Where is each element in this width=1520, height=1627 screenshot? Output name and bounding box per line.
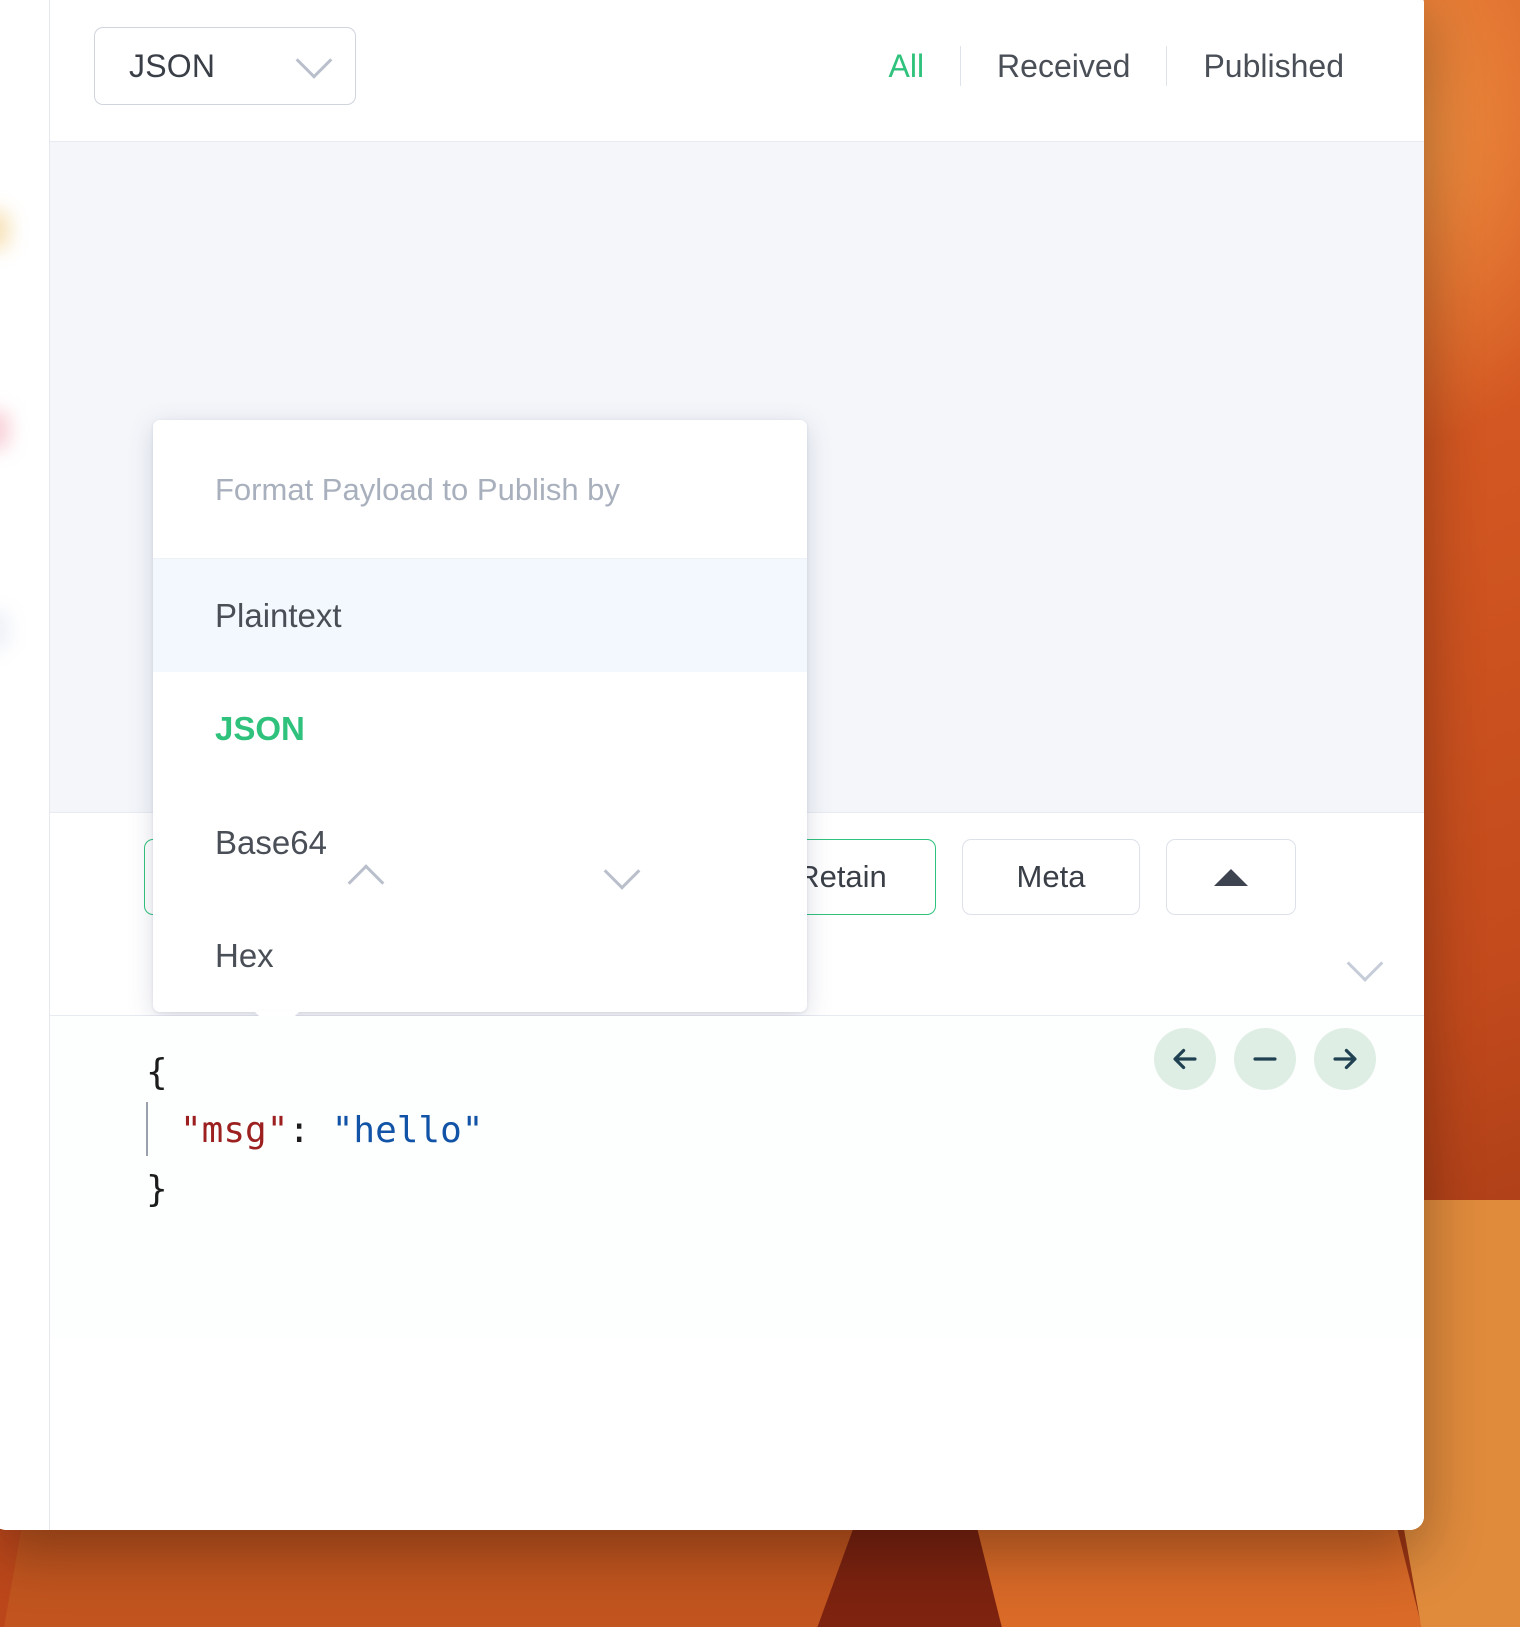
format-popup-title: Format Payload to Publish by: [153, 420, 807, 559]
format-payload-popup: Format Payload to Publish by Plaintext J…: [153, 420, 807, 1034]
chevron-down-icon: [295, 41, 333, 79]
composer-footer-space: [50, 1338, 1424, 1530]
code-indent-guide: [146, 1102, 148, 1157]
rail-ghost-icon-2: [0, 410, 10, 450]
payload-code-editor[interactable]: { "msg": "hello" }: [50, 1016, 1424, 1464]
arrow-left-icon[interactable]: [1154, 1028, 1216, 1090]
format-option-plaintext[interactable]: Plaintext: [153, 559, 807, 673]
code-close-brace: }: [146, 1168, 168, 1210]
message-filter-tabs: All Received Published: [852, 46, 1380, 86]
meta-button[interactable]: Meta: [962, 839, 1140, 915]
editor-nav-buttons: [1154, 1028, 1376, 1090]
message-list-area: Format Payload to Publish by Plaintext J…: [50, 142, 1424, 1034]
minus-icon[interactable]: [1234, 1028, 1296, 1090]
tab-published[interactable]: Published: [1167, 48, 1380, 85]
caret-up-icon: [1214, 868, 1248, 886]
rail-ghost-icon-1: [0, 210, 10, 250]
code-open-brace: {: [146, 1052, 168, 1093]
tab-received[interactable]: Received: [961, 48, 1166, 85]
format-option-base64[interactable]: Base64: [153, 786, 807, 899]
left-nav-rail: [0, 0, 50, 1530]
rail-ghost-icon-3: [0, 610, 10, 650]
payload-format-select[interactable]: JSON: [94, 27, 356, 105]
chevron-down-icon[interactable]: [1346, 945, 1384, 982]
format-option-json[interactable]: JSON: [153, 672, 807, 785]
tab-all[interactable]: All: [852, 48, 960, 85]
mqtt-client-window: JSON All Received Published Format Paylo…: [0, 0, 1424, 1530]
code-json-value: "hello": [331, 1110, 484, 1152]
main-column: JSON All Received Published Format Paylo…: [50, 0, 1424, 1530]
messages-header-bar: JSON All Received Published: [50, 0, 1424, 142]
meta-label: Meta: [1016, 859, 1086, 894]
collapse-composer-button[interactable]: [1166, 839, 1296, 915]
code-colon: :: [288, 1110, 332, 1152]
code-json-key: "msg": [180, 1110, 289, 1152]
payload-format-select-value: JSON: [129, 47, 216, 84]
format-option-hex[interactable]: Hex: [153, 899, 807, 1012]
arrow-right-icon[interactable]: [1314, 1028, 1376, 1090]
retain-label: Retain: [797, 859, 887, 894]
